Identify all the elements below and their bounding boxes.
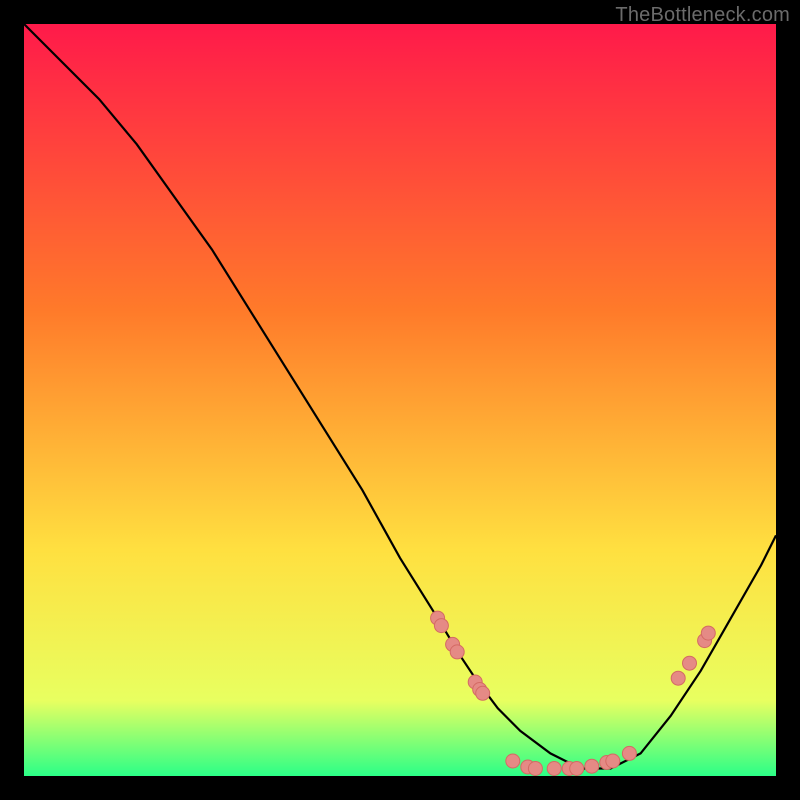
data-point-p8: [506, 754, 520, 768]
gradient-background: [24, 24, 776, 776]
data-point-p18: [671, 671, 685, 685]
data-point-p4: [450, 645, 464, 659]
plot-area: [24, 24, 776, 776]
data-point-p14: [585, 759, 599, 773]
data-point-p17: [622, 746, 636, 760]
data-point-p2: [434, 619, 448, 633]
data-point-p19: [683, 656, 697, 670]
watermark-text: TheBottleneck.com: [615, 4, 790, 27]
data-point-p7: [476, 686, 490, 700]
data-point-p16: [606, 754, 620, 768]
data-point-p11: [547, 762, 561, 776]
data-point-p21: [701, 626, 715, 640]
data-point-p13: [570, 762, 584, 776]
data-point-p10: [528, 762, 542, 776]
bottleneck-chart: [24, 24, 776, 776]
